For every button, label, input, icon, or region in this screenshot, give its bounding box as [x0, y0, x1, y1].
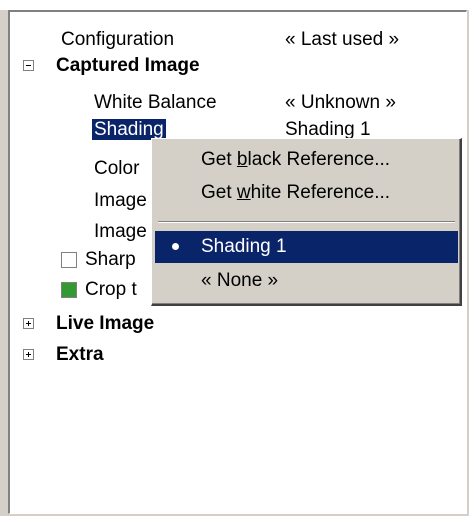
white-balance-value[interactable]: « Unknown » — [285, 89, 396, 117]
menu-item-suffix: hite Reference... — [250, 182, 391, 203]
extra-label: Extra — [56, 344, 104, 365]
tree-item-image-2[interactable]: Image — [94, 218, 147, 246]
menu-separator — [158, 221, 455, 223]
tree-item-color[interactable]: Color — [94, 155, 139, 183]
configuration-label: Configuration — [61, 29, 175, 50]
crop-color-swatch[interactable] — [61, 282, 77, 298]
tree-item-crop[interactable]: Crop t — [85, 276, 137, 304]
collapse-icon[interactable] — [23, 60, 34, 71]
menu-item-suffix: lack Reference... — [247, 149, 391, 170]
image-1-label: Image — [94, 190, 147, 211]
tree-item-sharp[interactable]: Sharp — [85, 246, 136, 274]
image-2-label: Image — [94, 221, 147, 242]
expand-icon[interactable] — [23, 318, 34, 329]
menu-item-none[interactable]: « None » — [155, 265, 458, 297]
sharp-checkbox[interactable] — [61, 252, 77, 268]
menu-item-prefix: Get — [201, 182, 237, 203]
tree-item-image-1[interactable]: Image — [94, 187, 147, 215]
live-image-label: Live Image — [56, 313, 155, 334]
white-balance-label: White Balance — [94, 92, 217, 113]
captured-image-label: Captured Image — [56, 55, 200, 76]
tree-group-live-image[interactable]: Live Image — [56, 310, 154, 338]
menu-item-accel: b — [236, 149, 248, 170]
menu-item-get-white-reference[interactable]: Get white Reference... — [155, 177, 458, 209]
radio-bullet-icon — [172, 243, 179, 250]
tree-item-configuration[interactable]: Configuration — [61, 26, 174, 54]
menu-item-label: Get white Reference... — [201, 177, 390, 209]
expand-icon[interactable] — [23, 349, 34, 360]
menu-item-label: Shading 1 — [201, 236, 287, 257]
menu-item-accel: w — [236, 182, 251, 203]
sharp-label: Sharp — [85, 249, 136, 270]
menu-item-prefix: Get — [201, 149, 237, 170]
configuration-value[interactable]: « Last used » — [285, 26, 399, 54]
menu-item-shading-1[interactable]: Shading 1 — [155, 231, 458, 263]
tree-item-white-balance[interactable]: White Balance — [94, 89, 217, 117]
menu-item-get-black-reference[interactable]: Get black Reference... — [155, 144, 458, 176]
window-top-strip — [0, 0, 469, 10]
tree-group-captured-image[interactable]: Captured Image — [56, 52, 200, 80]
shading-context-menu: Get black Reference... Get white Referen… — [151, 138, 462, 306]
shading-label: Shading — [92, 119, 166, 140]
color-label: Color — [94, 158, 140, 179]
menu-item-label: « None » — [201, 270, 279, 291]
crop-label: Crop t — [85, 279, 137, 300]
tree-group-extra[interactable]: Extra — [56, 341, 104, 369]
menu-item-label: Get black Reference... — [201, 144, 390, 176]
